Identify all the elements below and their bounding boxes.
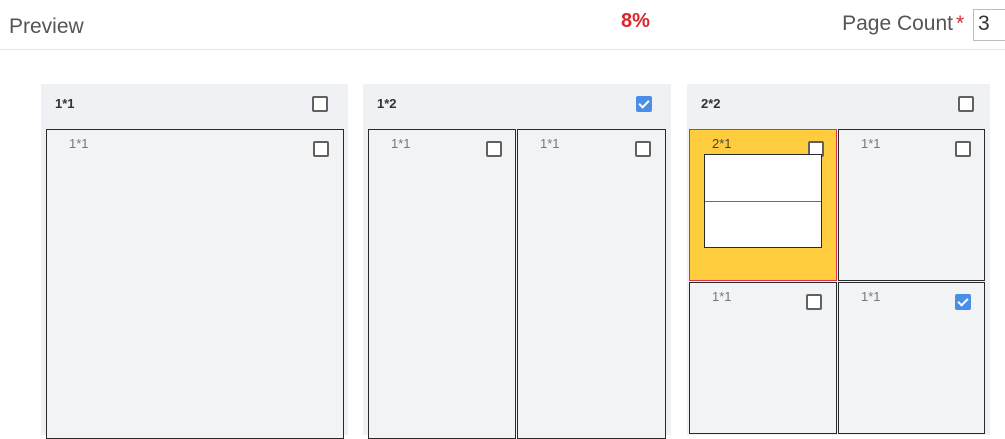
required-asterisk: * <box>956 12 965 35</box>
progress-percent: 8% <box>621 10 650 32</box>
cell-label: 1*1 <box>69 136 89 151</box>
panel-header: 1*2 <box>363 84 671 126</box>
cell-checkbox[interactable] <box>486 141 502 157</box>
layout-panel-2x2[interactable]: 2*2 2*1 1*1 1*1 1*1 <box>687 84 990 435</box>
layout-panel-1x2[interactable]: 1*2 1*1 1*1 <box>363 84 671 439</box>
cell-checkbox[interactable] <box>635 141 651 157</box>
layout-cell[interactable]: 1*1 <box>838 282 985 434</box>
layout-cell[interactable]: 1*1 <box>689 282 837 434</box>
cell-label: 1*1 <box>712 289 732 304</box>
layout-cell-selected[interactable]: 2*1 <box>689 129 837 281</box>
panel-checkbox[interactable] <box>636 96 652 112</box>
cell-label: 1*1 <box>861 136 881 151</box>
cell-checkbox[interactable] <box>806 294 822 310</box>
nested-layout-divider <box>705 201 821 202</box>
panel-checkbox[interactable] <box>312 96 328 112</box>
panel-checkbox[interactable] <box>958 96 974 112</box>
header-divider <box>0 49 1005 50</box>
cell-checkbox[interactable] <box>955 141 971 157</box>
panel-title: 1*2 <box>377 96 397 111</box>
page-title: Preview <box>9 15 84 38</box>
layout-cell[interactable]: 1*1 <box>517 129 666 439</box>
panel-title: 1*1 <box>55 96 75 111</box>
cell-label: 1*1 <box>391 136 411 151</box>
cell-label: 1*1 <box>540 136 560 151</box>
layout-panel-1x1[interactable]: 1*1 1*1 <box>41 84 348 439</box>
nested-layout-preview <box>704 154 822 248</box>
cell-checkbox[interactable] <box>313 141 329 157</box>
page-count-label: Page Count <box>842 12 953 35</box>
panel-title: 2*2 <box>701 96 721 111</box>
cell-checkbox[interactable] <box>955 294 971 310</box>
panel-header: 1*1 <box>41 84 348 126</box>
layout-cell[interactable]: 1*1 <box>368 129 516 439</box>
panel-header: 2*2 <box>687 84 990 126</box>
layout-cell[interactable]: 1*1 <box>46 129 344 439</box>
cell-label: 2*1 <box>712 136 732 151</box>
layout-cell[interactable]: 1*1 <box>838 129 985 281</box>
cell-label: 1*1 <box>861 289 881 304</box>
page-count-input[interactable]: 3 <box>973 9 1005 41</box>
